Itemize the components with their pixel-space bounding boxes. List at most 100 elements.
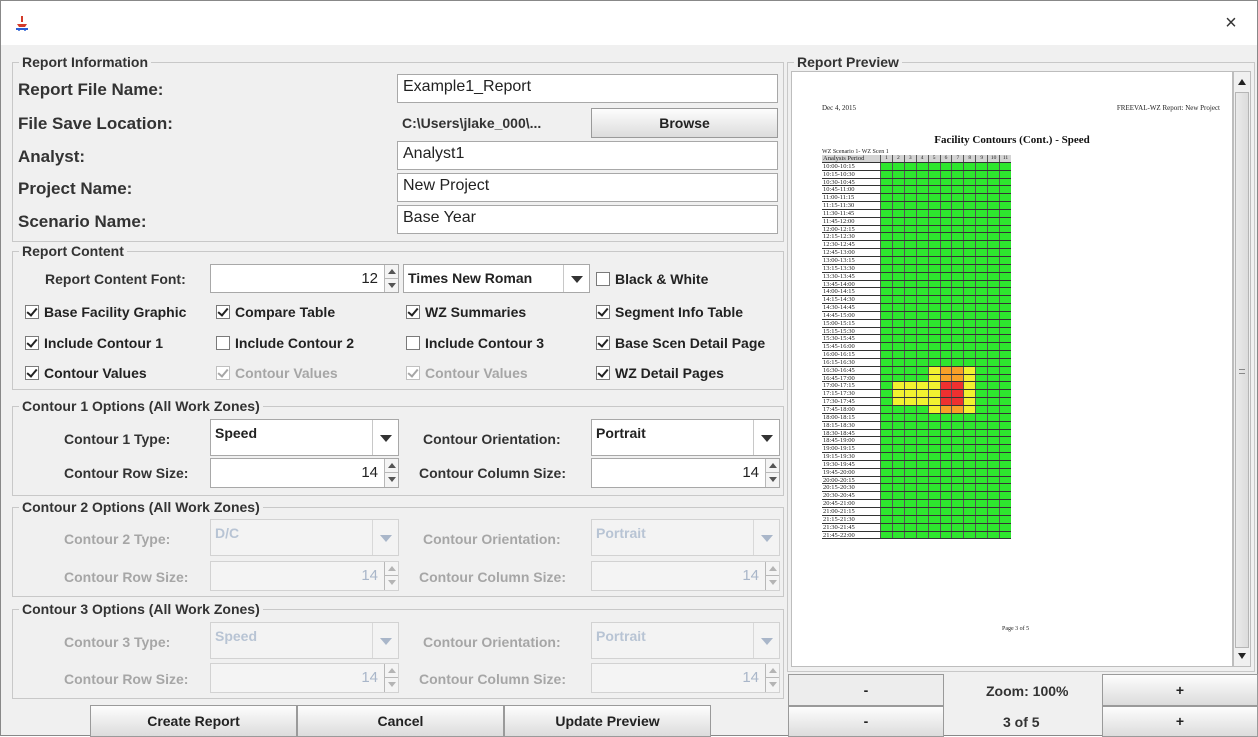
contour-cell bbox=[880, 178, 892, 186]
period-label: 11:00-11:15 bbox=[823, 194, 855, 202]
period-label: 16:00-16:15 bbox=[823, 351, 855, 358]
include-contour-3-checkbox[interactable]: Include Contour 3 bbox=[406, 335, 544, 351]
contour-cell bbox=[939, 249, 952, 256]
previous-page-button[interactable]: - bbox=[788, 706, 944, 737]
period-label: 16:30-16:45 bbox=[823, 366, 855, 374]
contour-cell bbox=[903, 241, 916, 249]
contour-cell bbox=[915, 162, 928, 170]
contour-cell bbox=[951, 406, 964, 413]
scroll-down-icon[interactable] bbox=[1234, 648, 1250, 664]
cancel-button[interactable]: Cancel bbox=[297, 705, 504, 737]
scroll-up-icon[interactable] bbox=[1234, 74, 1250, 90]
next-page-button[interactable]: + bbox=[1102, 706, 1258, 737]
contour-row: 14:00-14:15 bbox=[822, 288, 1011, 297]
report-file-name-input[interactable]: Example1_Report bbox=[397, 74, 778, 103]
checkbox-box[interactable] bbox=[216, 305, 230, 319]
contour-cell bbox=[927, 429, 940, 437]
analyst-input[interactable]: Analyst1 bbox=[397, 141, 778, 170]
period-label: 17:30-17:45 bbox=[823, 398, 855, 405]
spinner-down-icon bbox=[384, 576, 398, 590]
include-contour-2-checkbox[interactable]: Include Contour 2 bbox=[216, 335, 354, 351]
contour-2-type-select: D/C bbox=[210, 519, 399, 556]
spinner-up-icon[interactable] bbox=[765, 459, 779, 473]
contour-cell bbox=[975, 178, 988, 186]
contour-cell bbox=[975, 413, 988, 421]
checkbox-box[interactable] bbox=[596, 366, 610, 380]
contour-1-row-size-spinner[interactable]: 14 bbox=[210, 458, 399, 488]
chevron-down-icon[interactable] bbox=[753, 420, 779, 455]
contour-cell bbox=[951, 225, 964, 233]
checkbox-box[interactable] bbox=[406, 305, 420, 319]
contour-cell bbox=[927, 288, 940, 296]
include-contour-1-checkbox[interactable]: Include Contour 1 bbox=[25, 335, 163, 351]
report-information-legend: Report Information bbox=[19, 54, 151, 70]
contour-3-column-size-label: Contour Column Size: bbox=[419, 671, 566, 687]
create-report-button[interactable]: Create Report bbox=[90, 705, 297, 737]
spinner-up-icon[interactable] bbox=[384, 459, 398, 473]
base-facility-graphic-checkbox[interactable]: Base Facility Graphic bbox=[25, 304, 186, 320]
contour-cell bbox=[903, 468, 916, 476]
checkbox-box[interactable] bbox=[596, 305, 610, 319]
checkbox-box[interactable] bbox=[25, 366, 39, 380]
scrollbar-thumb[interactable] bbox=[1235, 92, 1249, 648]
preview-scrollbar[interactable] bbox=[1233, 71, 1251, 667]
spinner-down-icon[interactable] bbox=[765, 473, 779, 487]
wz-detail-pages-checkbox[interactable]: WZ Detail Pages bbox=[596, 365, 724, 381]
contour-row: 18:45-19:00 bbox=[822, 437, 1011, 446]
contour-cell bbox=[975, 358, 988, 366]
contour-cell bbox=[999, 531, 1011, 539]
contour-1-values-checkbox[interactable]: Contour Values bbox=[25, 365, 147, 381]
contour-cell bbox=[880, 288, 892, 296]
contour-cell bbox=[891, 531, 904, 539]
checkbox-box[interactable] bbox=[596, 336, 610, 350]
checkbox-box[interactable] bbox=[406, 336, 420, 350]
contour-cell bbox=[951, 523, 964, 531]
contour-1-options-legend: Contour 1 Options (All Work Zones) bbox=[19, 398, 263, 414]
zoom-out-button[interactable]: - bbox=[788, 674, 944, 706]
wz-summaries-checkbox[interactable]: WZ Summaries bbox=[406, 304, 526, 320]
base-scen-detail-page-checkbox[interactable]: Base Scen Detail Page bbox=[596, 335, 765, 351]
file-save-location-label: File Save Location: bbox=[18, 114, 173, 133]
spinner-down-icon[interactable] bbox=[384, 278, 398, 292]
scenario-name-input[interactable]: Base Year bbox=[397, 205, 778, 234]
contour-cell bbox=[903, 492, 916, 500]
font-name-select[interactable]: Times New Roman bbox=[403, 264, 590, 293]
contour-cell bbox=[963, 233, 976, 241]
browse-button[interactable]: Browse bbox=[591, 108, 778, 138]
contour-cell bbox=[891, 233, 904, 241]
contour-cell bbox=[915, 178, 928, 186]
contour-cell bbox=[915, 453, 928, 460]
contour-row: 15:30-15:45 bbox=[822, 335, 1011, 344]
period-label: 12:15-12:30 bbox=[823, 233, 855, 241]
checkbox-box[interactable] bbox=[25, 305, 39, 319]
contour-1-orientation-select[interactable]: Portrait bbox=[591, 419, 780, 456]
contour-cell bbox=[927, 202, 940, 209]
contour-cell bbox=[999, 280, 1011, 288]
zoom-in-button[interactable]: + bbox=[1102, 674, 1258, 706]
contour-1-type-select[interactable]: Speed bbox=[210, 419, 399, 456]
period-label: 17:45-18:00 bbox=[823, 406, 855, 413]
chevron-down-icon[interactable] bbox=[563, 265, 589, 292]
contour-2-options-legend: Contour 2 Options (All Work Zones) bbox=[19, 499, 263, 515]
contour-cell bbox=[891, 186, 904, 194]
contour-cell bbox=[915, 398, 928, 405]
spinner-down-icon[interactable] bbox=[384, 473, 398, 487]
project-name-input[interactable]: New Project bbox=[397, 173, 778, 202]
checkbox-box[interactable] bbox=[596, 272, 610, 286]
checkbox-box[interactable] bbox=[216, 336, 230, 350]
compare-table-checkbox[interactable]: Compare Table bbox=[216, 304, 335, 320]
spinner-up-icon[interactable] bbox=[384, 265, 398, 279]
contour-cell bbox=[903, 351, 916, 358]
checkbox-box[interactable] bbox=[25, 336, 39, 350]
contour-cell bbox=[891, 492, 904, 500]
contour-cell bbox=[880, 398, 892, 405]
contour-cell bbox=[891, 202, 904, 209]
segment-info-table-checkbox[interactable]: Segment Info Table bbox=[596, 304, 743, 320]
contour-1-column-size-spinner[interactable]: 14 bbox=[591, 458, 780, 488]
update-preview-button[interactable]: Update Preview bbox=[504, 705, 711, 737]
contour-cell bbox=[891, 523, 904, 531]
chevron-down-icon[interactable] bbox=[372, 420, 398, 455]
font-size-spinner[interactable]: 12 bbox=[210, 264, 399, 293]
close-button[interactable]: × bbox=[1219, 11, 1243, 35]
black-white-checkbox[interactable]: Black & White bbox=[596, 271, 708, 287]
